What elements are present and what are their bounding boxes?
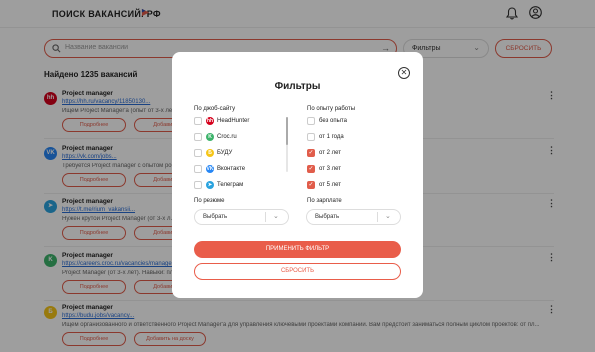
site-option-label: HeadHunter — [217, 118, 250, 124]
experience-option-label: от 3 лет — [319, 166, 342, 172]
chevron-down-icon: ⌄ — [273, 213, 279, 220]
salary-select[interactable]: Выбрать ⌄ — [306, 209, 401, 225]
site-filter-title: По джоб-сайту — [194, 106, 236, 112]
select-divider — [377, 212, 378, 222]
site-option-label: Вконтакте — [217, 166, 246, 172]
checkbox[interactable] — [194, 117, 202, 125]
chevron-down-icon: ⌄ — [385, 213, 391, 220]
checkbox[interactable]: ✓ — [307, 181, 315, 189]
salary-select-value: Выбрать — [315, 214, 340, 220]
salary-filter-title: По зарплате — [307, 198, 342, 204]
site-option-label: БУДУ — [217, 150, 233, 156]
checkbox[interactable]: ✓ — [307, 149, 315, 157]
experience-option-label: от 5 лет — [319, 182, 342, 188]
site-list-scrollbar[interactable] — [286, 117, 288, 172]
filters-modal: Фильтры ✕ По джоб-сайту hh HeadHunter K Cro… — [172, 52, 423, 298]
apply-filter-button[interactable]: ПРИМЕНИТЬ ФИЛЬТР — [194, 241, 401, 258]
experience-filter-title: По опыту работы — [307, 106, 356, 112]
checkbox[interactable] — [194, 133, 202, 141]
experience-option-label: от 2 лет — [319, 150, 342, 156]
checkbox[interactable] — [307, 117, 315, 125]
resume-select[interactable]: Выбрать ⌄ — [194, 209, 289, 225]
scrollbar-thumb[interactable] — [286, 117, 288, 145]
checkbox[interactable] — [307, 133, 315, 141]
checkbox[interactable] — [194, 149, 202, 157]
checkbox[interactable] — [194, 181, 202, 189]
modal-title: Фильтры — [274, 81, 321, 92]
resume-select-value: Выбрать — [203, 214, 228, 220]
site-option-label: Croc.ru — [217, 134, 237, 140]
select-divider — [265, 212, 266, 222]
reset-filter-button[interactable]: СБРОСИТЬ — [194, 263, 401, 280]
experience-option-label: от 1 года — [319, 134, 344, 140]
site-logo-icon: hh — [206, 117, 214, 125]
checkbox[interactable] — [194, 165, 202, 173]
close-icon[interactable]: ✕ — [398, 67, 410, 79]
resume-filter-title: По резюме — [194, 198, 225, 204]
site-logo-icon: VK — [206, 165, 214, 173]
site-logo-icon: Б — [206, 149, 214, 157]
site-logo-icon: K — [206, 133, 214, 141]
experience-option-label: без опыта — [319, 118, 347, 124]
site-option-label: Телеграм — [217, 182, 244, 188]
site-logo-icon: ➤ — [206, 181, 214, 189]
checkbox[interactable]: ✓ — [307, 165, 315, 173]
